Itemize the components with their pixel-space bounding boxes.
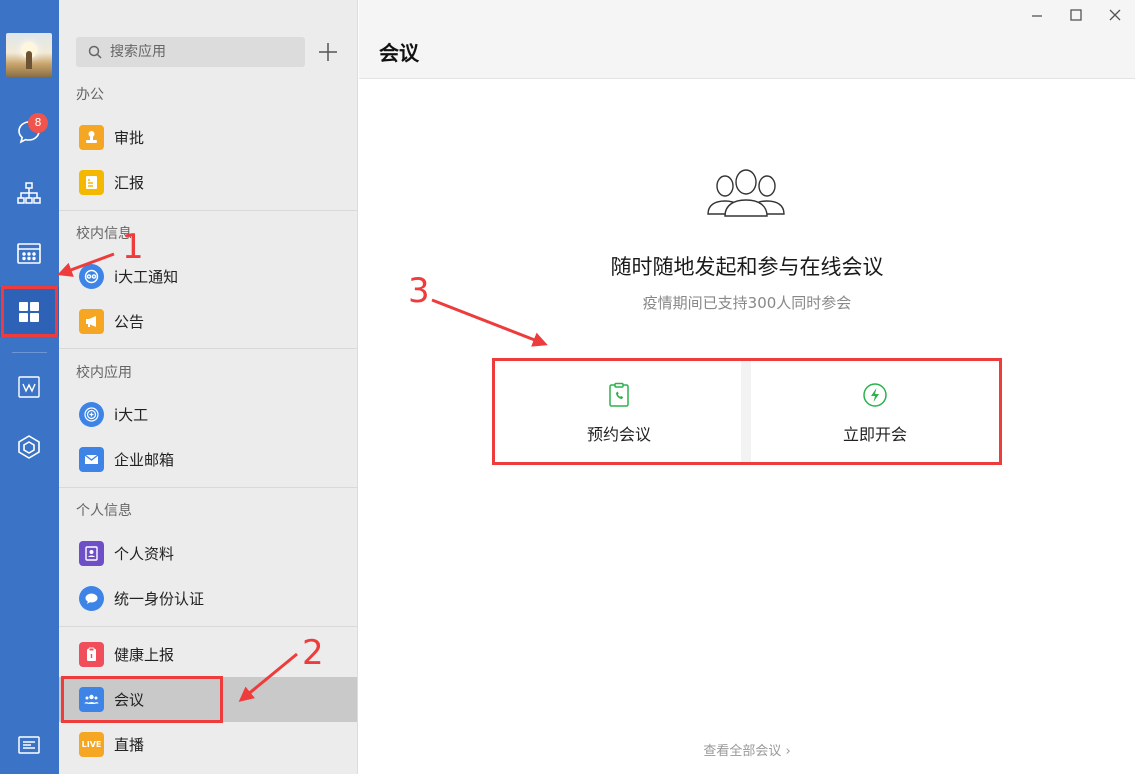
- schedule-meeting-button[interactable]: 预约会议: [495, 361, 743, 462]
- people-icon: [79, 687, 104, 712]
- app-item-profile[interactable]: 个人资料: [59, 531, 357, 576]
- stamp-icon: [79, 125, 104, 150]
- schedule-phone-icon: [606, 382, 632, 408]
- meeting-subline: 疫情期间已支持300人同时参会: [642, 294, 852, 312]
- title-bar: 会议: [359, 0, 1135, 79]
- annotation-number-2: 2: [302, 633, 324, 673]
- annotation-number-3: 3: [408, 271, 430, 311]
- start-meeting-button[interactable]: 立即开会: [751, 361, 999, 462]
- docs-icon[interactable]: [14, 372, 44, 402]
- app-item-label: 汇报: [114, 174, 145, 192]
- app-item-label: i大工: [114, 406, 149, 424]
- page-title: 会议: [379, 41, 419, 65]
- rail-divider: [12, 352, 47, 353]
- search-input[interactable]: [110, 44, 290, 60]
- add-app-button[interactable]: [315, 39, 341, 65]
- section-title-office: 办公: [76, 87, 104, 103]
- close-icon[interactable]: [1104, 4, 1126, 26]
- clipboard-icon: [79, 642, 104, 667]
- lightning-icon: [862, 382, 888, 408]
- app-item-announcement[interactable]: 公告: [59, 299, 357, 344]
- app-item-unified-auth[interactable]: 统一身份认证: [59, 576, 357, 621]
- section-divider: [59, 626, 357, 627]
- app-item-label: 统一身份认证: [114, 590, 205, 608]
- app-item-report[interactable]: 汇报: [59, 160, 357, 205]
- app-item-idagong[interactable]: i大工: [59, 392, 357, 437]
- id-card-icon: [79, 541, 104, 566]
- megaphone-icon: [79, 309, 104, 334]
- notice-logo-icon: [79, 264, 104, 289]
- action-gap: [741, 361, 751, 462]
- auth-bubble-icon: [79, 586, 104, 611]
- university-seal-icon: [79, 402, 104, 427]
- app-item-label: i大工通知: [114, 268, 179, 286]
- annotation-number-1: 1: [122, 227, 144, 267]
- app-item-live[interactable]: LIVE 直播: [59, 722, 357, 767]
- section-divider: [59, 487, 357, 488]
- apps-grid-icon[interactable]: [14, 297, 44, 327]
- maximize-icon[interactable]: [1065, 4, 1087, 26]
- app-item-label: 直播: [114, 736, 145, 754]
- meeting-headline: 随时随地发起和参与在线会议: [610, 255, 884, 279]
- org-chart-icon[interactable]: [14, 178, 44, 208]
- settings-icon[interactable]: [14, 730, 44, 760]
- app-item-email[interactable]: 企业邮箱: [59, 437, 357, 482]
- start-meeting-label: 立即开会: [842, 425, 907, 444]
- app-item-label: 企业邮箱: [114, 451, 175, 469]
- section-divider: [59, 210, 357, 211]
- app-item-label: 公告: [114, 313, 145, 331]
- app-item-label: 健康上报: [114, 646, 175, 664]
- view-all-meetings-link[interactable]: 查看全部会议 ›: [359, 740, 1135, 759]
- group-people-icon: [707, 169, 785, 217]
- search-box[interactable]: [76, 37, 305, 67]
- app-item-label: 个人资料: [114, 545, 175, 563]
- meeting-main: 会议 随时随地发起和参与在线会议 疫情期间已支持300人同时参会 预约会议 立即…: [359, 0, 1135, 774]
- app-item-approval[interactable]: 审批: [59, 115, 357, 160]
- section-title-campus-apps: 校内应用: [76, 365, 132, 381]
- search-icon: [88, 45, 102, 59]
- report-icon: [79, 170, 104, 195]
- live-icon: LIVE: [79, 732, 104, 757]
- mail-icon: [79, 447, 104, 472]
- cube-icon[interactable]: [14, 432, 44, 462]
- app-item-label: 会议: [114, 691, 145, 709]
- avatar[interactable]: [6, 33, 52, 77]
- app-item-meeting[interactable]: 会议: [59, 677, 357, 722]
- nav-rail: 8: [0, 0, 59, 774]
- schedule-meeting-label: 预约会议: [586, 425, 651, 444]
- section-divider: [59, 348, 357, 349]
- unread-badge: 8: [28, 113, 48, 133]
- section-title-personal: 个人信息: [76, 503, 132, 519]
- minimize-icon[interactable]: [1026, 4, 1048, 26]
- calendar-icon[interactable]: [14, 238, 44, 268]
- app-item-label: 审批: [114, 129, 145, 147]
- live-icon-text: LIVE: [81, 740, 102, 749]
- app-item-idagong-notice[interactable]: i大工通知: [59, 254, 357, 299]
